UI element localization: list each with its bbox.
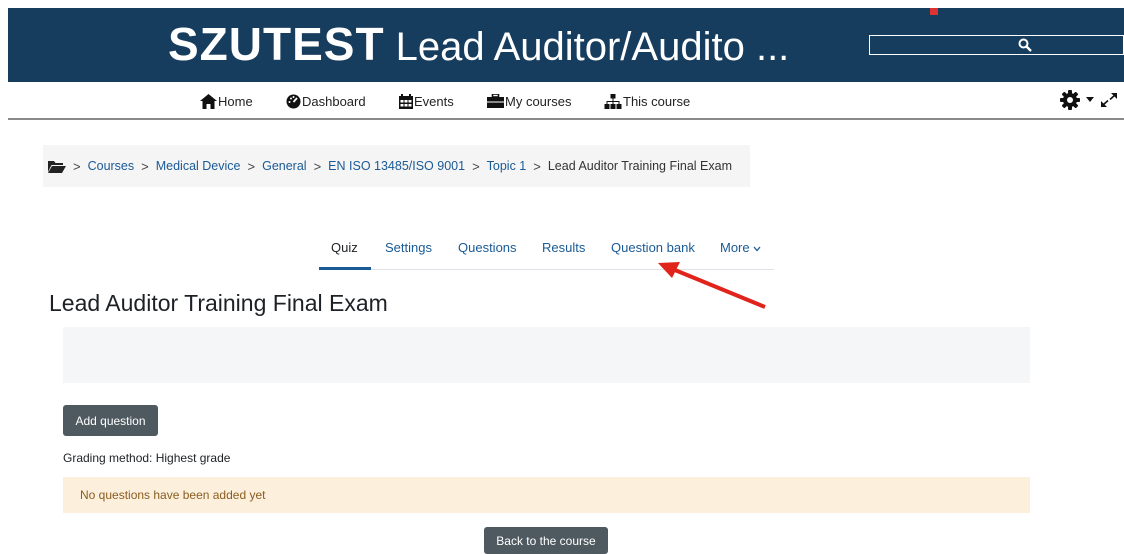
- no-questions-notice: No questions have been added yet: [63, 477, 1030, 513]
- site-title[interactable]: SZUTEST Lead Auditor/Audito ...: [168, 14, 789, 74]
- add-question-button[interactable]: Add question: [63, 405, 158, 436]
- tab-results[interactable]: Results: [542, 234, 585, 262]
- calendar-icon: [399, 93, 413, 109]
- nav-home[interactable]: Home: [200, 92, 253, 110]
- briefcase-icon: [487, 94, 504, 108]
- gear-icon[interactable]: [1060, 90, 1080, 110]
- course-title: Lead Auditor/Audito ...: [384, 25, 790, 69]
- breadcrumb-general[interactable]: General: [262, 159, 306, 173]
- grading-method: Grading method: Highest grade: [63, 451, 231, 465]
- nav-bar: Home Dashboard Events My courses This co…: [8, 82, 1124, 120]
- nav-this-course[interactable]: This course: [604, 92, 690, 110]
- breadcrumb-separator: >: [73, 158, 81, 174]
- tab-questions[interactable]: Questions: [458, 234, 517, 262]
- search-icon[interactable]: [1018, 38, 1032, 52]
- folder-open-icon[interactable]: [48, 160, 66, 173]
- notification-badge[interactable]: [930, 8, 938, 15]
- nav-home-label: Home: [218, 93, 253, 109]
- sitemap-icon: [604, 93, 622, 109]
- breadcrumb-courses[interactable]: Courses: [88, 159, 135, 173]
- breadcrumb-topic-1[interactable]: Topic 1: [487, 159, 527, 173]
- breadcrumb-current: Lead Auditor Training Final Exam: [547, 159, 732, 173]
- site-brand: SZUTEST: [168, 18, 385, 70]
- chevron-down-icon: [753, 246, 761, 252]
- nav-my-courses[interactable]: My courses: [487, 92, 571, 110]
- home-icon: [200, 93, 217, 109]
- nav-events-label: Events: [414, 93, 454, 109]
- nav-dashboard-label: Dashboard: [302, 93, 366, 109]
- breadcrumb-separator: >: [141, 158, 149, 174]
- breadcrumb-separator: >: [472, 158, 480, 174]
- red-arrow-icon: [658, 262, 766, 309]
- breadcrumb-en-iso[interactable]: EN ISO 13485/ISO 9001: [328, 159, 465, 173]
- search-input[interactable]: [869, 35, 1124, 55]
- nav-this-course-label: This course: [623, 93, 691, 109]
- quiz-info-box: [63, 327, 1030, 383]
- breadcrumb-separator: >: [313, 158, 322, 174]
- breadcrumb-separator: >: [533, 158, 541, 174]
- active-tab-indicator: [319, 267, 371, 270]
- dashboard-icon: [286, 94, 301, 108]
- nav-events[interactable]: Events: [399, 92, 454, 110]
- breadcrumb: > Courses > Medical Device > General > E…: [43, 145, 750, 187]
- nav-dashboard[interactable]: Dashboard: [286, 92, 366, 110]
- breadcrumb-separator: >: [247, 158, 256, 174]
- nav-my-courses-label: My courses: [505, 93, 572, 109]
- nav-tools: [1060, 90, 1118, 110]
- expand-icon[interactable]: [1100, 92, 1118, 108]
- tab-settings[interactable]: Settings: [385, 234, 432, 262]
- back-to-course-button[interactable]: Back to the course: [484, 527, 608, 554]
- breadcrumb-medical-device[interactable]: Medical Device: [156, 159, 241, 173]
- tab-more-label: More: [720, 240, 750, 255]
- page-title: Lead Auditor Training Final Exam: [49, 290, 388, 316]
- tab-quiz[interactable]: Quiz: [331, 234, 358, 262]
- caret-down-icon[interactable]: [1086, 97, 1094, 103]
